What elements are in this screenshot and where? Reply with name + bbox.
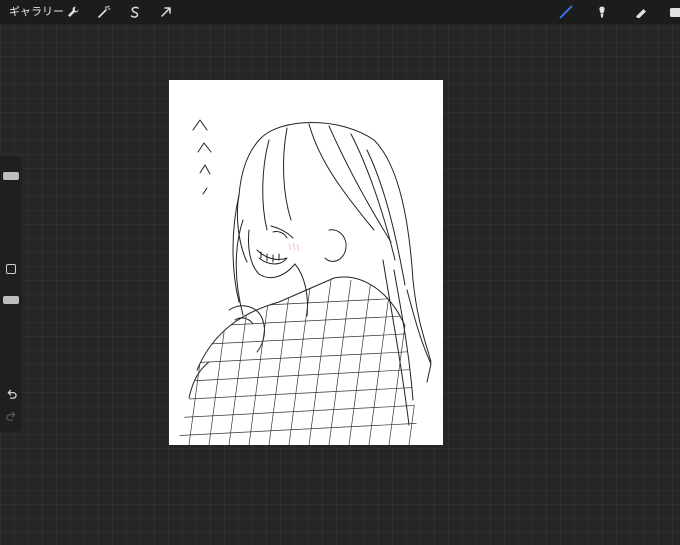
modify-button[interactable] (6, 264, 16, 274)
line-art-drawing (177, 119, 432, 445)
undo-button[interactable] (4, 387, 18, 401)
selection-button[interactable] (126, 3, 144, 21)
smudge-button[interactable] (593, 3, 611, 21)
opacity-thumb[interactable] (3, 296, 19, 305)
wrench-icon (68, 6, 79, 17)
layers-icon (670, 8, 680, 17)
workspace[interactable]: ギャラリー (0, 0, 680, 545)
brush-button[interactable] (557, 3, 575, 21)
redo-icon (5, 411, 15, 421)
sidebar (0, 156, 22, 432)
brush-size-thumb[interactable] (3, 171, 19, 180)
transform-button[interactable] (157, 3, 175, 21)
layers-button[interactable] (666, 3, 680, 21)
adjustments-button[interactable] (95, 3, 113, 21)
gallery-link[interactable]: ギャラリー (9, 4, 64, 20)
eraser-icon (636, 9, 646, 18)
transform-icon (161, 7, 171, 17)
eraser-button[interactable] (632, 3, 650, 21)
top-toolbar: ギャラリー (0, 0, 680, 24)
drawing-canvas[interactable] (169, 80, 443, 445)
brush-icon (559, 5, 573, 19)
brush-size-slider[interactable] (0, 164, 22, 250)
magic-wand-icon (98, 5, 111, 18)
redo-button[interactable] (4, 409, 18, 423)
selection-icon (130, 6, 139, 18)
undo-icon (7, 389, 17, 399)
opacity-slider[interactable] (0, 288, 22, 380)
smudge-icon (599, 6, 605, 18)
actions-button[interactable] (64, 3, 82, 21)
